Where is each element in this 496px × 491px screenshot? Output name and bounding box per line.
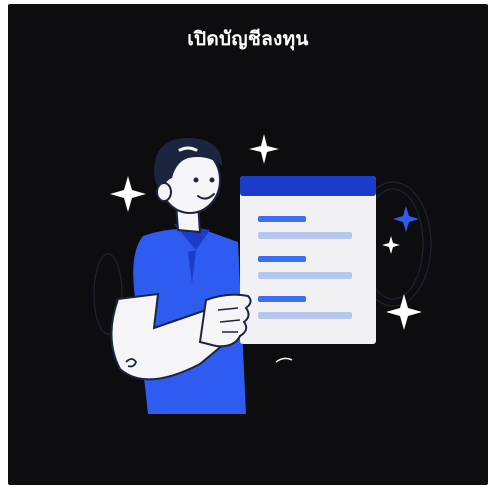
- screen-title: เปิดบัญชีลงทุน: [187, 28, 309, 50]
- sparkle-icon: [393, 206, 419, 232]
- sparkle-icon: [382, 236, 400, 254]
- account-opening-illustration: [93, 134, 432, 414]
- document-icon: [240, 176, 376, 344]
- onboarding-screen: เปิดบัญชีลงทุน: [8, 4, 488, 485]
- sparkle-icon: [249, 134, 279, 164]
- sparkle-icon: [110, 176, 146, 212]
- person-ear: [156, 182, 172, 202]
